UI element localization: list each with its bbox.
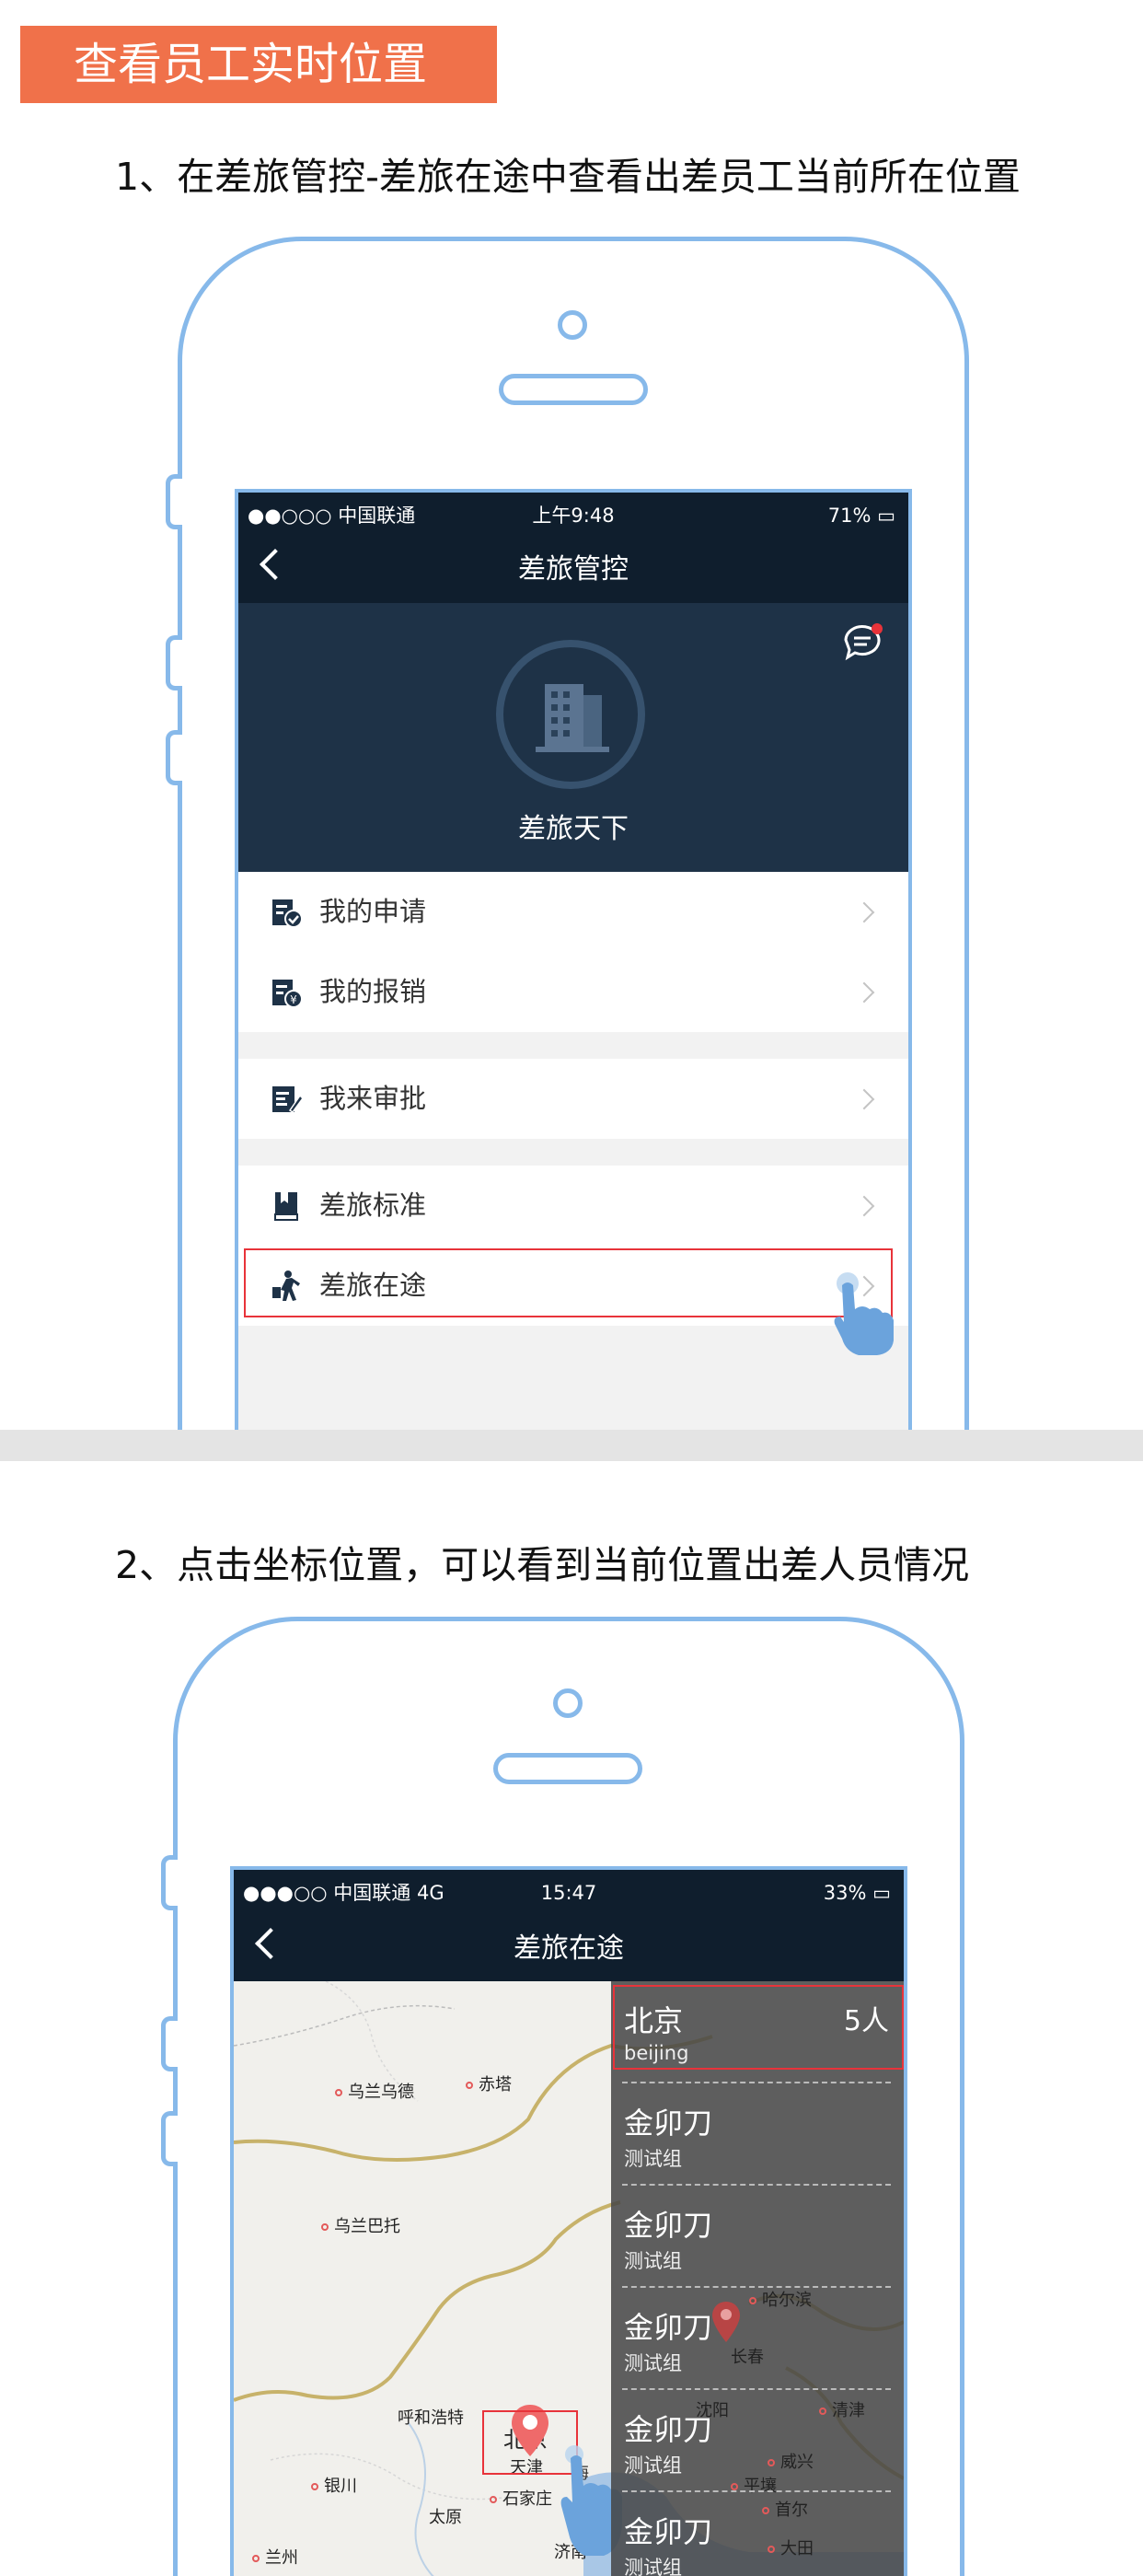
menu-label: 我的报销 [319, 976, 427, 1007]
menu-label: 差旅标准 [319, 1189, 427, 1221]
phone-camera [558, 310, 587, 340]
status-time: 上午9:48 [532, 505, 615, 527]
list-item-person[interactable]: 金卯刀 测试组 [611, 2288, 904, 2390]
phone-side-button [166, 474, 182, 529]
person-name: 金卯刀 [624, 2412, 713, 2447]
phone-speaker [493, 1753, 642, 1784]
banner: 差旅天下 [238, 603, 908, 872]
battery-level: 33% ▭ [823, 1882, 891, 1904]
menu-label: 我来审批 [319, 1083, 427, 1114]
person-name: 金卯刀 [624, 2208, 713, 2243]
status-time: 15:47 [540, 1882, 597, 1904]
phone-side-button [166, 730, 182, 785]
menu-label: 我的申请 [319, 896, 427, 927]
step2-instruction: 2、点击坐标位置，可以看到当前位置出差人员情况 [115, 1543, 970, 1587]
list-item-person[interactable]: 金卯刀 测试组 [611, 2492, 904, 2576]
status-bar: ●●○○○ 中国联通 上午9:48 71% ▭ [238, 502, 908, 529]
city-highlight-box [613, 1985, 904, 2070]
battery-level: 71% ▭ [827, 505, 895, 527]
map-label: 乌兰巴托 [321, 2213, 400, 2237]
screen-1: ●●○○○ 中国联通 上午9:48 71% ▭ 差旅管控 差旅天下 我的申请 ¥… [235, 489, 912, 1433]
status-bar: ●●●○○ 中国联通 4G 15:47 33% ▭ [234, 1879, 904, 1907]
person-name: 金卯刀 [624, 2310, 713, 2345]
person-group: 测试组 [624, 2250, 682, 2272]
list-item-person[interactable]: 金卯刀 测试组 [611, 2390, 904, 2492]
building-logo-icon [496, 640, 645, 789]
list-item-person[interactable]: 金卯刀 测试组 [611, 2083, 904, 2186]
approval-icon [272, 1086, 303, 1114]
tap-hand-icon [834, 1272, 894, 1355]
nav-title: 差旅在途 [514, 1932, 624, 1965]
map-label: 乌兰乌德 [335, 2079, 414, 2103]
traveler-list[interactable]: 哈尔滨 长春 沈阳 清津 平壤 威兴 首尔 大田 北京 5人 beijing 金… [611, 1981, 904, 2576]
person-group: 测试组 [624, 2557, 682, 2576]
application-icon [272, 899, 303, 928]
phone-camera [553, 1688, 583, 1718]
map-label: 银川 [311, 2473, 357, 2497]
menu-item-my-application[interactable]: 我的申请 [238, 872, 908, 952]
person-group: 测试组 [624, 2454, 682, 2477]
person-group: 测试组 [624, 2352, 682, 2374]
page-title: 查看员工实时位置 [20, 26, 497, 103]
step1-instruction: 1、在差旅管控-差旅在途中查看出差员工当前所在位置 [115, 155, 1021, 199]
phone-speaker [499, 374, 648, 405]
map-label: 兰州 [252, 2545, 298, 2569]
map-label: 呼和浩特 [398, 2408, 464, 2428]
phone-side-button [161, 1855, 178, 1910]
menu-item-travel-standard[interactable]: 差旅标准 [238, 1166, 908, 1246]
message-icon[interactable] [840, 620, 884, 664]
nav-title: 差旅管控 [518, 553, 629, 586]
highlight-box [244, 1248, 893, 1317]
section-divider [0, 1430, 1143, 1461]
person-name: 金卯刀 [624, 2106, 713, 2141]
chevron-right-icon [853, 981, 875, 1004]
banner-title: 差旅天下 [518, 813, 629, 845]
map-label: 太原 [429, 2508, 462, 2527]
person-name: 金卯刀 [624, 2514, 713, 2549]
standard-book-icon [274, 1192, 298, 1221]
map-view[interactable]: 乌兰乌德 赤塔 乌兰巴托 呼和浩特 北京 天津 石家庄 银川 太原 济南 兰州 … [234, 1981, 904, 2576]
screen-2: ●●●○○ 中国联通 4G 15:47 33% ▭ 差旅在途 乌兰乌德 赤塔 乌… [230, 1866, 907, 2576]
person-group: 测试组 [624, 2148, 682, 2170]
reimbursement-icon: ¥ [272, 980, 303, 1008]
phone-side-button [161, 2016, 178, 2071]
phone-side-button [161, 2111, 178, 2166]
map-label: 石家庄 [490, 2486, 552, 2510]
map-label: 赤塔 [466, 2071, 512, 2095]
chevron-right-icon [853, 1088, 875, 1110]
chevron-right-icon [853, 1195, 875, 1217]
menu-item-my-reimbursement[interactable]: ¥ 我的报销 [238, 952, 908, 1032]
list-item-person[interactable]: 金卯刀 测试组 [611, 2186, 904, 2288]
menu-item-approval[interactable]: 我来审批 [238, 1059, 908, 1139]
svg-text:¥: ¥ [290, 993, 297, 1006]
phone-side-button [166, 635, 182, 690]
chevron-right-icon [853, 901, 875, 923]
